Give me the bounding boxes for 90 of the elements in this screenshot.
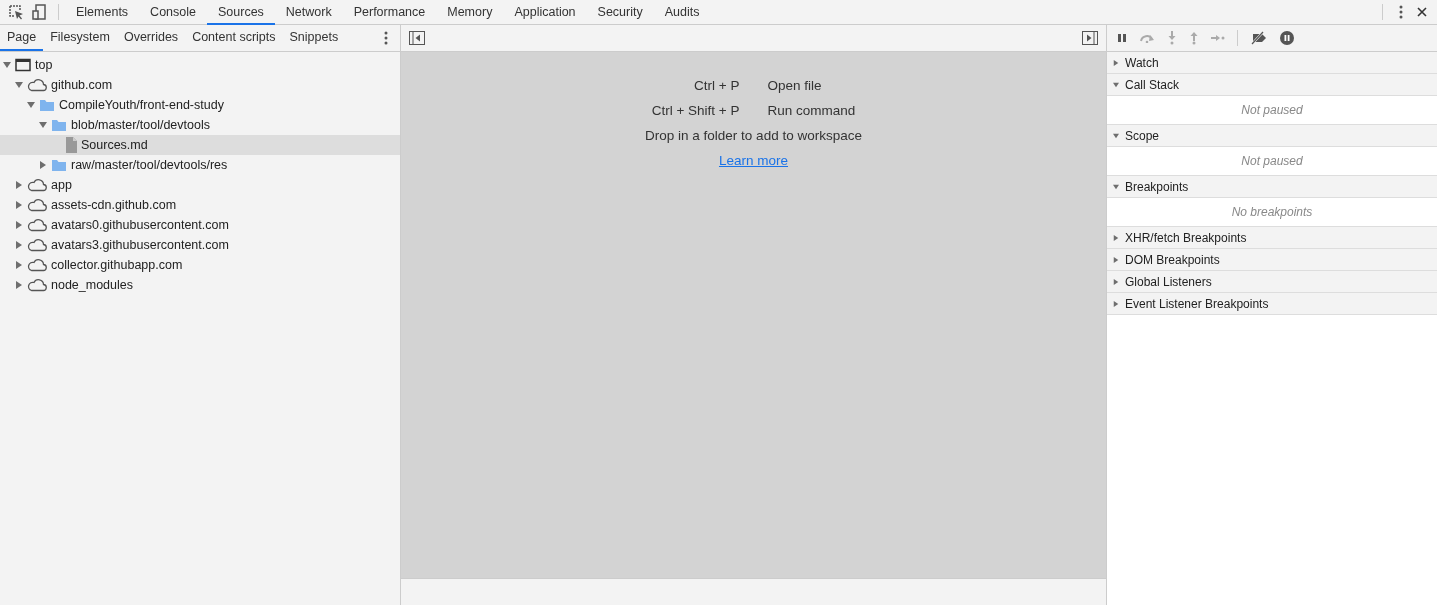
navigator-tab[interactable]: Page	[0, 25, 44, 51]
show-debugger-icon[interactable]	[1082, 31, 1098, 45]
device-icon[interactable]	[32, 4, 46, 20]
panel-tab[interactable]: Memory	[436, 1, 504, 25]
show-navigator-icon[interactable]	[409, 31, 425, 45]
collapse-arrow-icon[interactable]	[15, 221, 23, 229]
section-header[interactable]: Watch	[1107, 52, 1437, 74]
section-header[interactable]: Scope	[1107, 125, 1437, 147]
more-options-icon[interactable]	[384, 31, 388, 45]
tree-item[interactable]: raw/master/tool/devtools/res	[0, 155, 400, 175]
section-title: XHR/fetch Breakpoints	[1125, 230, 1247, 245]
shortcut-action: Run command	[767, 103, 857, 118]
collapse-arrow-icon[interactable]	[1113, 59, 1119, 66]
section-header[interactable]: Call Stack	[1107, 74, 1437, 96]
collapse-arrow-icon[interactable]	[39, 161, 47, 169]
file-icon	[65, 137, 77, 153]
section-title: Watch	[1125, 55, 1159, 70]
tree-item[interactable]: blob/master/tool/devtools	[0, 115, 400, 135]
section-header[interactable]: DOM Breakpoints	[1107, 249, 1437, 271]
panel-tab[interactable]: Elements	[65, 1, 140, 25]
section-title: Call Stack	[1125, 77, 1180, 92]
folder-icon	[51, 118, 67, 132]
tree-item[interactable]: avatars0.githubusercontent.com	[0, 215, 400, 235]
navigator-tab[interactable]: Snippets	[282, 25, 346, 51]
cloud-icon	[27, 198, 47, 212]
more-options-icon[interactable]	[1399, 5, 1403, 19]
shortcut-action: Open file	[767, 78, 823, 93]
expand-arrow-icon[interactable]	[1113, 183, 1119, 190]
section-title: DOM Breakpoints	[1125, 252, 1220, 267]
section-title: Event Listener Breakpoints	[1125, 296, 1269, 311]
tree-item[interactable]: CompileYouth/front-end-study	[0, 95, 400, 115]
navigator-tab[interactable]: Filesystem	[43, 25, 117, 51]
deactivate-breakpoints-icon[interactable]	[1250, 31, 1268, 45]
empty-message: No breakpoints	[1231, 205, 1313, 219]
collapse-arrow-icon[interactable]	[1113, 278, 1119, 285]
workspace-hint: Drop in a folder to add to workspace	[645, 128, 862, 143]
section-title: Scope	[1125, 128, 1160, 143]
empty-message: Not paused	[1241, 154, 1303, 168]
panel-tab[interactable]: Application	[503, 1, 587, 25]
tree-item[interactable]: node_modules	[0, 275, 400, 295]
panel-tab[interactable]: Performance	[342, 1, 437, 25]
expand-arrow-icon[interactable]	[3, 61, 11, 69]
tree-item[interactable]: top	[0, 55, 400, 75]
tree-item[interactable]: assets-cdn.github.com	[0, 195, 400, 215]
empty-message: Not paused	[1241, 103, 1303, 117]
section-header[interactable]: XHR/fetch Breakpoints	[1107, 227, 1437, 249]
panel-tab[interactable]: Audits	[653, 1, 711, 25]
section-header[interactable]: Global Listeners	[1107, 271, 1437, 293]
collapse-arrow-icon[interactable]	[15, 281, 23, 289]
folder-icon	[51, 158, 67, 172]
section-header[interactable]: Event Listener Breakpoints	[1107, 293, 1437, 315]
section-title: Global Listeners	[1125, 274, 1212, 289]
cloud-icon	[27, 258, 47, 272]
folder-icon	[39, 98, 55, 112]
collapse-arrow-icon[interactable]	[1113, 256, 1119, 263]
cloud-icon	[27, 78, 47, 92]
collapse-arrow-icon[interactable]	[15, 241, 23, 249]
panel-tab[interactable]: Security	[586, 1, 654, 25]
tree-item[interactable]: collector.githubapp.com	[0, 255, 400, 275]
cloud-icon	[27, 238, 47, 252]
collapse-arrow-icon[interactable]	[1113, 300, 1119, 307]
collapse-arrow-icon[interactable]	[15, 261, 23, 269]
pause-icon[interactable]	[1117, 33, 1127, 43]
cloud-icon	[27, 218, 47, 232]
close-icon[interactable]	[1417, 7, 1427, 17]
collapse-arrow-icon[interactable]	[15, 181, 23, 189]
panel-tab[interactable]: Network	[274, 1, 343, 25]
collapse-arrow-icon[interactable]	[15, 201, 23, 209]
frame-icon	[15, 58, 31, 72]
shortcut-keys: Ctrl + P	[401, 78, 740, 93]
navigator-tab[interactable]: Overrides	[116, 25, 186, 51]
section-title: Breakpoints	[1125, 179, 1189, 194]
expand-arrow-icon[interactable]	[27, 101, 35, 109]
expand-arrow-icon[interactable]	[1113, 81, 1119, 88]
panel-tab[interactable]: Console	[139, 1, 207, 25]
cloud-icon	[27, 278, 47, 292]
section-header[interactable]: Breakpoints	[1107, 176, 1437, 198]
tree-item[interactable]: app	[0, 175, 400, 195]
shortcut-keys: Ctrl + Shift + P	[401, 103, 740, 118]
inspect-icon[interactable]	[8, 4, 24, 20]
navigator-tab[interactable]: Content scripts	[185, 25, 283, 51]
expand-arrow-icon[interactable]	[1113, 132, 1119, 139]
expand-arrow-icon[interactable]	[39, 121, 47, 129]
tree-item[interactable]: avatars3.githubusercontent.com	[0, 235, 400, 255]
tree-item[interactable]: github.com	[0, 75, 400, 95]
tree-item[interactable]: Sources.md	[0, 135, 400, 155]
pause-on-exceptions-icon[interactable]	[1280, 31, 1294, 45]
cloud-icon	[27, 178, 47, 192]
collapse-arrow-icon[interactable]	[1113, 234, 1119, 241]
expand-arrow-icon[interactable]	[15, 81, 23, 89]
